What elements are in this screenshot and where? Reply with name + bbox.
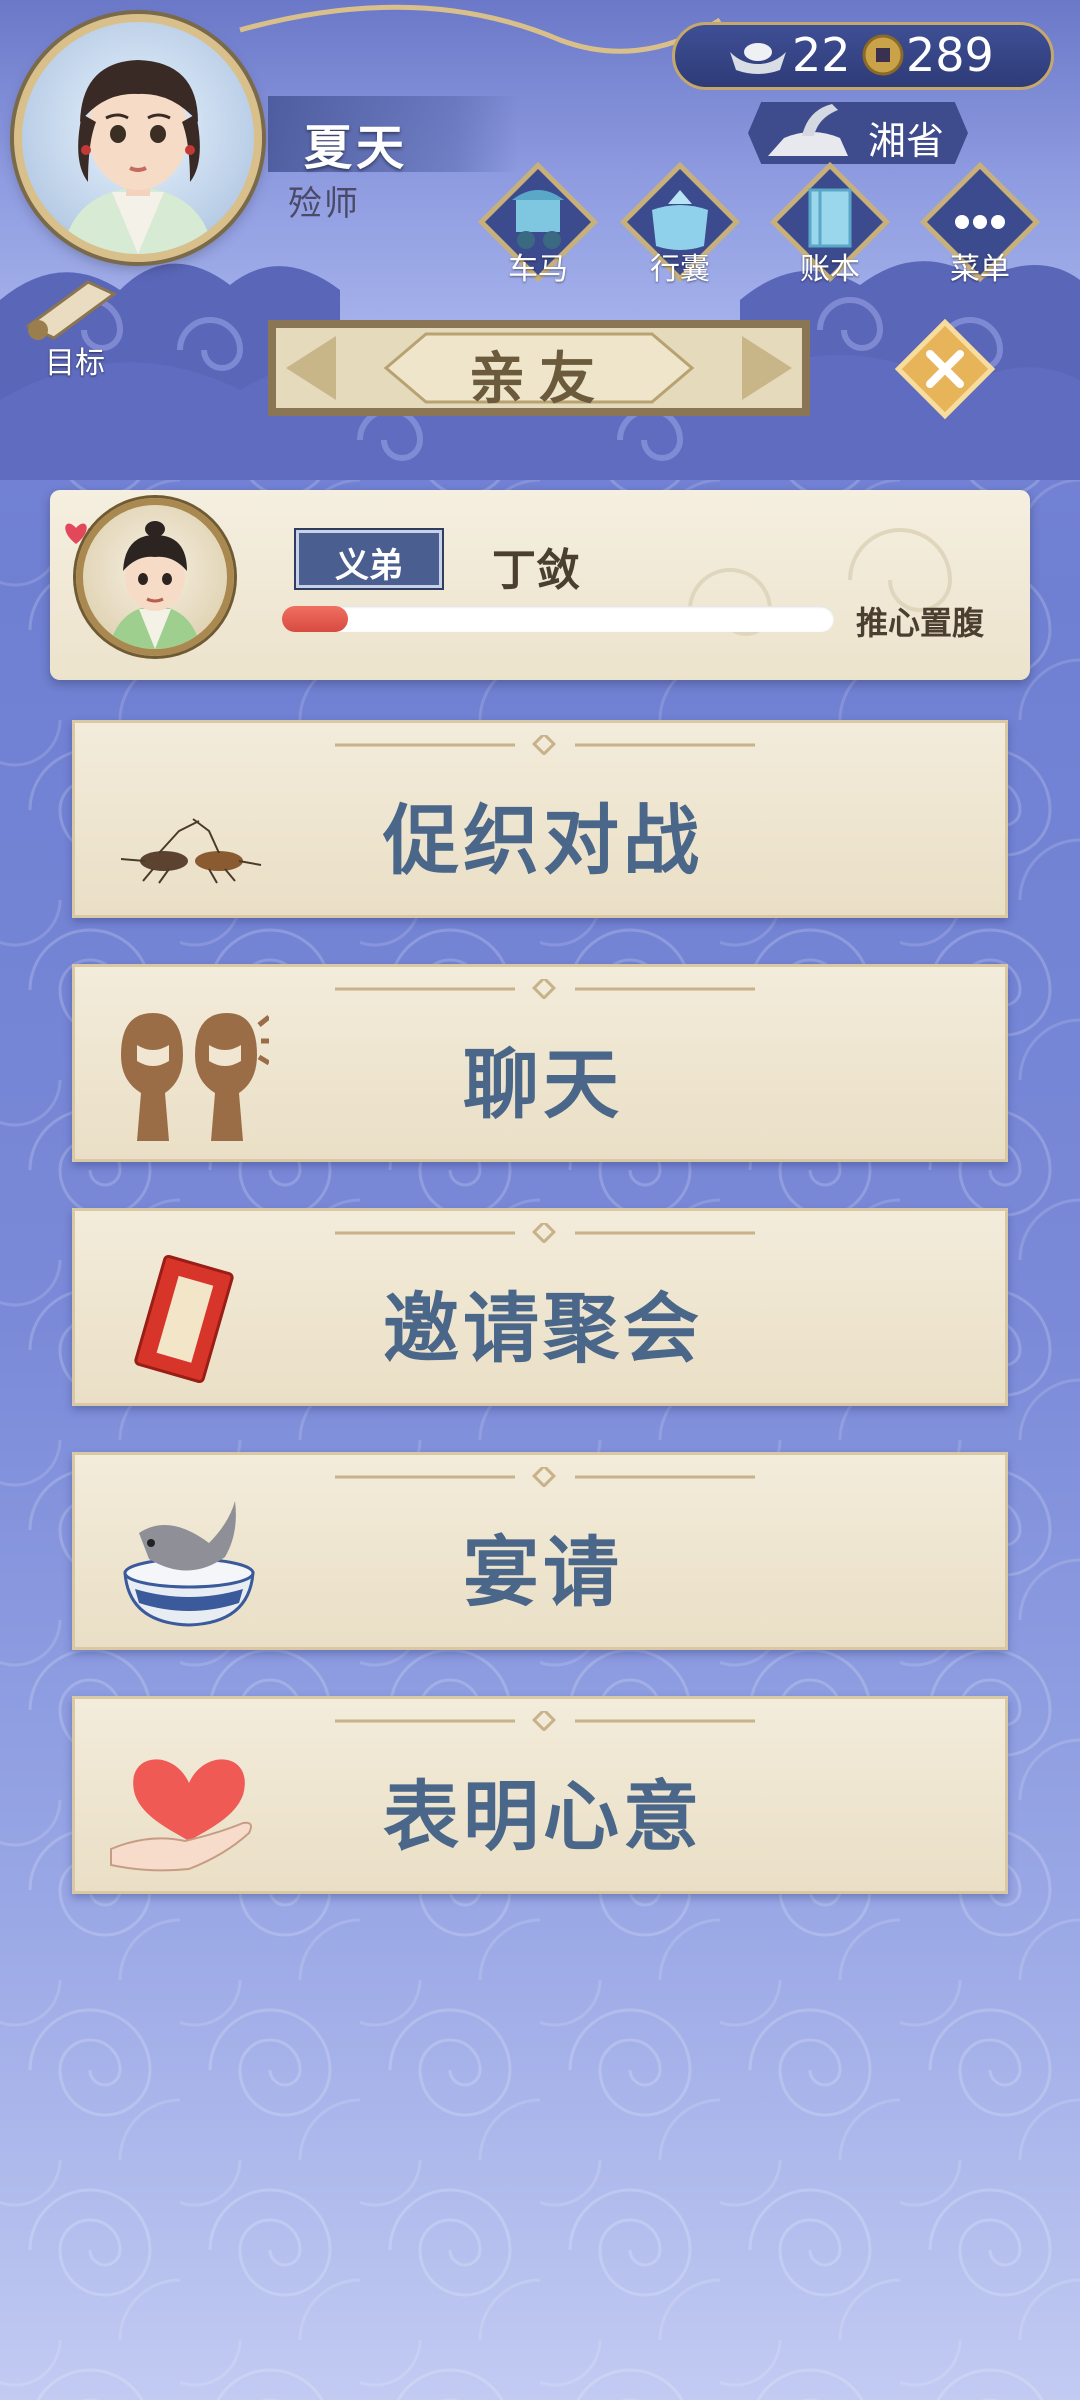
banquet-label: 宴请 [463, 1528, 623, 1617]
cricket-fight-label: 促织对战 [383, 796, 703, 885]
friend-portrait-icon [109, 521, 201, 649]
silver-ingot-icon [730, 43, 786, 74]
friend-name: 丁敛 [492, 545, 580, 596]
player-title: 殓师 [288, 184, 360, 224]
invite-party-button[interactable]: 邀请聚会 [72, 1208, 1008, 1406]
banquet-button[interactable]: 宴请 [72, 1452, 1008, 1650]
portrait-icon [62, 60, 214, 254]
menu-bundle-label: 行囊 [650, 252, 710, 287]
cricket-fight-button[interactable]: 促织对战 [72, 720, 1008, 918]
copper-amount: 289 [906, 28, 994, 82]
confess-feelings-label: 表明心意 [383, 1772, 703, 1861]
confess-feelings-button[interactable]: 表明心意 [72, 1696, 1008, 1894]
chat-button[interactable]: 聊天 [72, 964, 1008, 1162]
scroll-icon [25, 280, 117, 340]
silver-amount: 22 [792, 28, 851, 82]
region-label: 湘省 [868, 119, 945, 163]
menu-ledger-label: 账本 [800, 252, 860, 287]
invite-party-label: 邀请聚会 [383, 1284, 703, 1373]
divider-ornament [335, 1223, 755, 1243]
player-name: 夏天 [304, 120, 409, 176]
chat-label: 聊天 [463, 1040, 623, 1129]
affinity-level: 推心置腹 [856, 604, 985, 642]
goal-label: 目标 [45, 346, 105, 381]
affinity-bar-fill [282, 606, 348, 632]
relation-label: 义弟 [335, 546, 403, 586]
player-avatar[interactable] [14, 14, 262, 262]
page-title: 亲友 [469, 347, 609, 412]
menu-more-label: 菜单 [950, 252, 1010, 287]
more-icon [955, 215, 1005, 229]
copper-coin-icon [862, 34, 904, 76]
affinity-bar-track [282, 606, 834, 632]
menu-carriage-label: 车马 [508, 252, 568, 287]
divider-ornament [335, 979, 755, 999]
close-button[interactable] [892, 316, 998, 422]
divider-ornament [335, 1711, 755, 1731]
iron-icon [768, 104, 848, 156]
divider-ornament [335, 735, 755, 755]
friend-avatar[interactable] [76, 498, 234, 656]
divider-ornament [335, 1467, 755, 1487]
ledger-icon [808, 188, 852, 248]
